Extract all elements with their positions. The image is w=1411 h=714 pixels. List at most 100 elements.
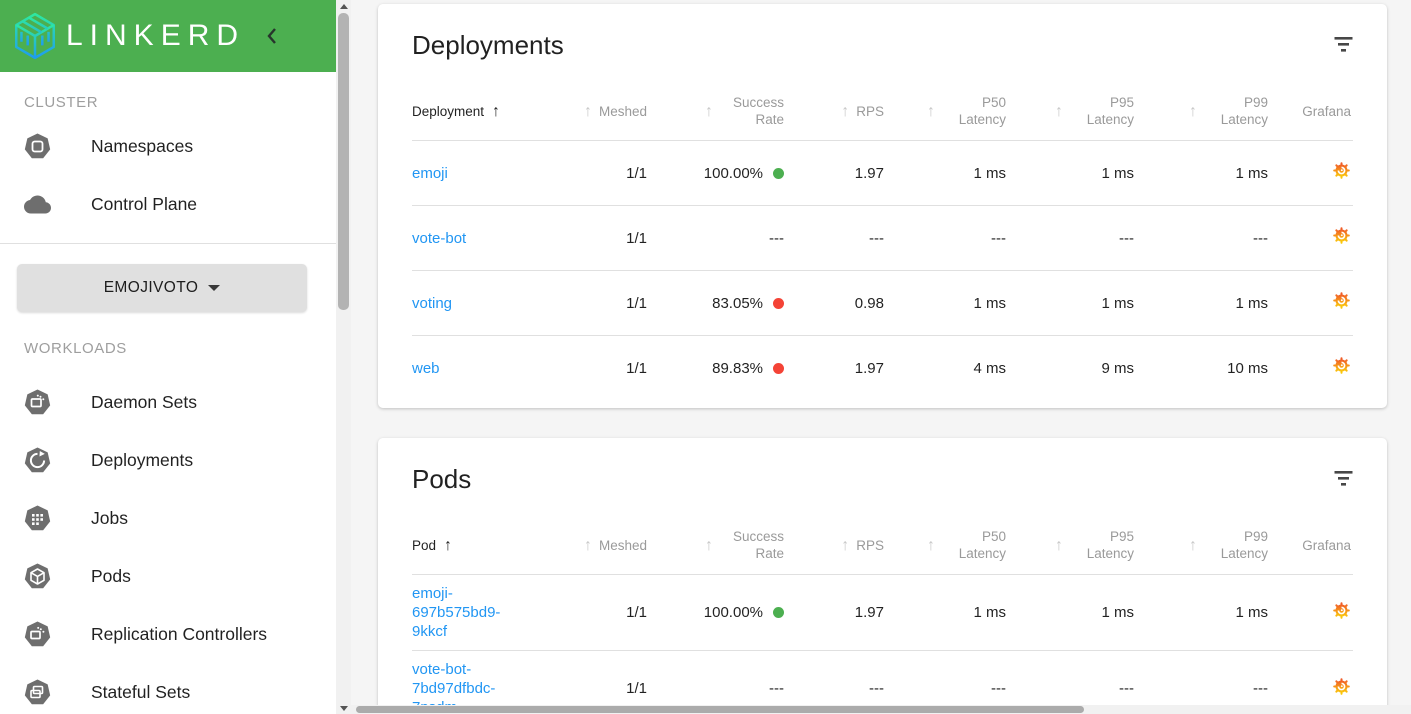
brand-title: LINKERD	[66, 19, 246, 52]
chevron-down-icon	[208, 285, 221, 291]
column-header-rps[interactable]: ↑ RPS	[784, 518, 884, 575]
pods-card: Pods Pod ↑ ↑ Meshed ↑ Success Rate ↑ RPS ↑ P5…	[378, 438, 1387, 705]
sidebar-scrollbar-thumb[interactable]	[338, 13, 349, 310]
meshed-value: 1/1	[552, 650, 647, 705]
column-header-meshed[interactable]: ↑ Meshed	[552, 518, 647, 575]
sidebar-item-stateful-sets[interactable]: Stateful Sets	[0, 663, 336, 714]
main-horizontal-scrollbar-thumb[interactable]	[356, 706, 1084, 713]
scroll-down-arrow-icon[interactable]	[336, 702, 351, 714]
column-header-meshed[interactable]: ↑ Meshed	[552, 84, 647, 141]
column-header-success-rate[interactable]: ↑ Success Rate	[647, 518, 784, 575]
sort-arrow-icon: ↑	[927, 536, 935, 554]
column-header-p50-latency[interactable]: ↑ P50 Latency	[884, 84, 1006, 141]
deployment-link[interactable]: voting	[412, 295, 452, 312]
pods-icon	[24, 563, 51, 590]
grafana-dashboard-link[interactable]	[1332, 291, 1351, 310]
pods-table: Pod ↑ ↑ Meshed ↑ Success Rate ↑ RPS ↑ P50 Lat…	[412, 518, 1353, 705]
column-header-pod[interactable]: Pod ↑	[412, 518, 552, 575]
grafana-dashboard-link[interactable]	[1332, 601, 1351, 620]
sidebar-item-pods[interactable]: Pods	[0, 547, 336, 605]
filter-button[interactable]	[1334, 470, 1353, 492]
filter-list-icon	[1334, 37, 1353, 52]
p95-value: ---	[1006, 650, 1134, 705]
sort-arrow-icon: ↑	[1055, 536, 1063, 554]
status-dot	[773, 297, 784, 309]
sidebar-item-daemon-sets[interactable]: Daemon Sets	[0, 373, 336, 431]
sidebar-collapse-button[interactable]	[259, 23, 285, 49]
p50-value: 1 ms	[884, 574, 1006, 651]
grafana-dashboard-link[interactable]	[1332, 677, 1351, 696]
sidebar: LINKERD CLUSTER Namespaces Control Plane…	[0, 0, 336, 714]
rps-value: 0.98	[784, 270, 884, 336]
sidebar-item-namespaces[interactable]: Namespaces	[0, 117, 336, 175]
table-row: voting 1/1 83.05% 0.98 1 ms 1 ms 1 ms	[412, 270, 1353, 336]
namespaces-icon	[24, 133, 51, 160]
grafana-icon	[1332, 161, 1351, 180]
rps-value: 1.97	[854, 359, 884, 377]
scroll-up-arrow-icon[interactable]	[336, 0, 351, 12]
sort-arrow-icon: ↑	[705, 102, 713, 120]
sidebar-item-label: Control Plane	[91, 193, 198, 214]
p99-value: ---	[1134, 650, 1268, 705]
filter-list-icon	[1334, 471, 1353, 486]
success-rate-value: 100.00%	[703, 164, 763, 182]
column-header-p95-latency[interactable]: ↑ P95 Latency	[1006, 518, 1134, 575]
success-rate-value: 100.00%	[703, 604, 763, 621]
cluster-section-label: CLUSTER	[24, 94, 99, 111]
deployment-link[interactable]: web	[412, 360, 440, 377]
sort-arrow-icon: ↑	[705, 536, 713, 554]
sort-arrow-icon: ↑	[1189, 536, 1197, 554]
table-row: vote-bot 1/1 --- --- --- --- ---	[412, 205, 1353, 271]
deployment-link[interactable]: vote-bot	[412, 230, 466, 247]
daemon-sets-icon	[24, 389, 51, 416]
deployments-header-row: Deployment ↑ ↑ Meshed ↑ Success Rate ↑ RPS ↑…	[412, 84, 1353, 141]
grafana-dashboard-link[interactable]	[1332, 356, 1351, 375]
pod-link[interactable]: emoji-697b575bd9-9kkcf	[412, 584, 524, 641]
column-header-p50-latency[interactable]: ↑ P50 Latency	[884, 518, 1006, 575]
column-header-p99-latency[interactable]: ↑ P99 Latency	[1134, 84, 1268, 141]
sidebar-item-label: Pods	[91, 565, 131, 586]
column-header-p99-latency[interactable]: ↑ P99 Latency	[1134, 518, 1268, 575]
meshed-value: 1/1	[552, 574, 647, 651]
p95-value: ---	[1006, 205, 1134, 271]
table-row: vote-bot-7bd97dfbdc-7psdm 1/1 --- --- --…	[412, 650, 1353, 705]
column-header-deployment[interactable]: Deployment ↑	[412, 84, 552, 141]
column-header-grafana: Grafana	[1268, 84, 1353, 141]
p99-value: 1 ms	[1134, 140, 1268, 206]
p50-value: 1 ms	[884, 270, 1006, 336]
sidebar-scrollbar[interactable]	[336, 0, 351, 714]
status-dot	[773, 607, 784, 618]
sidebar-item-label: Deployments	[91, 449, 194, 470]
column-header-p95-latency[interactable]: ↑ P95 Latency	[1006, 84, 1134, 141]
success-rate-value: ---	[769, 229, 784, 247]
chevron-left-icon	[267, 28, 276, 44]
grafana-icon	[1332, 226, 1351, 245]
p99-value: 1 ms	[1134, 574, 1268, 651]
column-header-success-rate[interactable]: ↑ Success Rate	[647, 84, 784, 141]
filter-button[interactable]	[1334, 36, 1353, 58]
jobs-icon	[24, 505, 51, 532]
sidebar-item-label: Daemon Sets	[91, 391, 198, 412]
pods-card-title: Pods	[412, 464, 472, 494]
grafana-icon	[1332, 291, 1351, 310]
rps-value: 1.97	[784, 574, 884, 651]
pod-link[interactable]: vote-bot-7bd97dfbdc-7psdm	[412, 660, 524, 705]
sidebar-item-deployments[interactable]: Deployments	[0, 431, 336, 489]
sort-arrow-icon: ↑	[841, 536, 850, 554]
sort-arrow-icon: ↑	[444, 536, 453, 554]
p99-value: 1 ms	[1134, 270, 1268, 336]
grafana-dashboard-link[interactable]	[1332, 161, 1351, 180]
meshed-value: 1/1	[552, 205, 647, 271]
deployment-link[interactable]: emoji	[412, 165, 448, 182]
p95-value: 9 ms	[1101, 359, 1134, 377]
namespace-selector-button[interactable]: EMOJIVOTO	[17, 264, 307, 312]
sidebar-item-replication-controllers[interactable]: Replication Controllers	[0, 605, 336, 663]
sidebar-item-jobs[interactable]: Jobs	[0, 489, 336, 547]
column-header-rps[interactable]: ↑ RPS	[784, 84, 884, 141]
deployments-card: Deployments Deployment ↑ ↑ Meshed ↑ Success…	[378, 4, 1387, 408]
meshed-value: 1/1	[552, 270, 647, 336]
main-horizontal-scrollbar[interactable]	[351, 705, 1411, 714]
grafana-dashboard-link[interactable]	[1332, 226, 1351, 245]
rps-value: 1.97	[784, 140, 884, 206]
sidebar-item-control-plane[interactable]: Control Plane	[0, 175, 336, 233]
